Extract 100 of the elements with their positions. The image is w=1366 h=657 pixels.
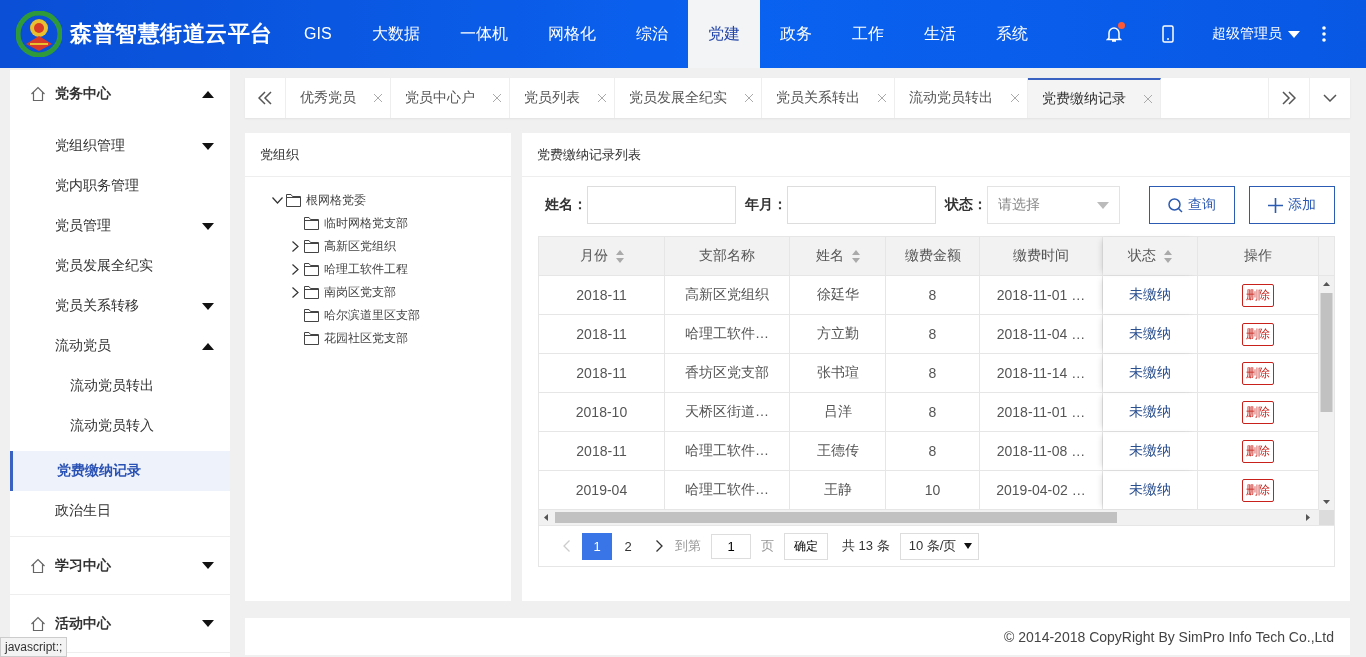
nav-tab[interactable]: 工作 [831, 0, 904, 68]
submenu-item[interactable]: 流动党员转出 [10, 366, 230, 406]
column-header[interactable]: 月份 [539, 237, 665, 275]
table-cell: 香坊区党支部 [665, 354, 790, 392]
status-link[interactable]: 未缴纳 [1129, 403, 1171, 421]
page-tab[interactable]: 党员中心户 [391, 78, 510, 118]
nav-tab[interactable]: 大数据 [351, 0, 440, 68]
menu-group[interactable]: 学习中心 [10, 537, 230, 595]
delete-button[interactable]: 删除 [1242, 400, 1274, 424]
more-icon[interactable] [1322, 26, 1326, 42]
close-icon[interactable] [598, 94, 606, 102]
tree-node[interactable]: 根网格党委 [271, 189, 511, 212]
close-icon[interactable] [374, 94, 382, 102]
input-field[interactable] [587, 186, 736, 224]
nav-tab[interactable]: 综治 [615, 0, 688, 68]
delete-button[interactable]: 删除 [1242, 361, 1274, 385]
plus-icon [1268, 197, 1283, 213]
status-link[interactable]: 未缴纳 [1129, 481, 1171, 499]
page-number[interactable]: 1 [582, 532, 612, 560]
menu-item[interactable]: 党员管理 [10, 206, 230, 246]
page-unit-label: 页 [761, 537, 774, 555]
nav-tab[interactable]: 政务 [759, 0, 832, 68]
nav-tab[interactable]: 系统 [975, 0, 1048, 68]
table-cell: 2018-11-01 … [980, 276, 1103, 314]
tree-node[interactable]: 临时网格党支部 [289, 212, 511, 235]
status-select[interactable]: 请选择 [987, 186, 1120, 224]
home-icon [30, 557, 46, 574]
input-field[interactable] [787, 186, 936, 224]
menu-item[interactable]: 政治生日 [10, 491, 230, 531]
status-link[interactable]: 未缴纳 [1129, 325, 1171, 343]
table-cell: 哈理工软件… [665, 432, 790, 470]
status-link[interactable]: 未缴纳 [1129, 364, 1171, 382]
menu-item[interactable]: 党员关系转移 [10, 286, 230, 326]
tree-node[interactable]: 南岗区党支部 [289, 281, 511, 304]
confirm-button[interactable]: 确定 [784, 532, 828, 560]
status-link[interactable]: 未缴纳 [1129, 442, 1171, 460]
menu-item[interactable]: 党组织管理 [10, 126, 230, 166]
delete-button[interactable]: 删除 [1242, 283, 1274, 307]
table-cell: 2018-11 [539, 354, 665, 392]
total-count: 共 13 条 [842, 537, 890, 555]
close-icon[interactable] [878, 94, 886, 102]
close-icon[interactable] [1011, 94, 1019, 102]
page-tab[interactable]: 优秀党员 [286, 78, 391, 118]
menu-item[interactable]: 党内职务管理 [10, 166, 230, 206]
nav-tab[interactable]: 一体机 [439, 0, 528, 68]
column-header[interactable]: 支部名称 [665, 237, 790, 275]
nav-tab[interactable]: 网格化 [527, 0, 616, 68]
table-cell: 8 [886, 393, 980, 431]
page-size-select[interactable]: 10 条/页 [899, 532, 980, 560]
panel-title: 党组织 [245, 133, 511, 177]
column-header[interactable]: 操作 [1198, 237, 1319, 275]
page-tab[interactable]: 党员发展全纪实 [615, 78, 762, 118]
add-button[interactable]: 添加 [1249, 186, 1335, 224]
folder-icon [304, 309, 319, 322]
folder-icon [304, 217, 319, 230]
table-cell: 王静 [790, 471, 886, 509]
page-tab[interactable]: 党员关系转出 [762, 78, 895, 118]
bell-icon[interactable] [1106, 25, 1122, 43]
close-icon[interactable] [493, 94, 501, 102]
delete-button[interactable]: 删除 [1242, 322, 1274, 346]
double-chevron-left-icon [258, 91, 272, 105]
tree-node[interactable]: 哈尔滨道里区支部 [289, 304, 511, 327]
caret-down-icon [964, 543, 973, 549]
nav-tab[interactable]: GIS [284, 0, 352, 68]
column-header[interactable]: 状态 [1103, 237, 1198, 275]
column-header[interactable]: 缴费金额 [886, 237, 980, 275]
tree-node[interactable]: 哈理工软件工程 [289, 258, 511, 281]
page-input[interactable]: 1 [711, 533, 751, 559]
column-header[interactable]: 缴费时间 [980, 237, 1103, 275]
table-cell: 10 [886, 471, 980, 509]
menu-item[interactable]: 党费缴纳记录 [10, 451, 230, 491]
delete-button[interactable]: 删除 [1242, 439, 1274, 463]
filter-label: 姓名： [545, 196, 587, 214]
submenu-item[interactable]: 流动党员转入 [10, 406, 230, 446]
folder-icon [304, 332, 319, 345]
folder-icon [304, 240, 319, 253]
status-link[interactable]: 未缴纳 [1129, 286, 1171, 304]
page-tab[interactable]: 党员列表 [510, 78, 615, 118]
goto-label: 到第 [675, 537, 701, 555]
nav-tab[interactable]: 生活 [903, 0, 976, 68]
column-header[interactable]: 姓名 [790, 237, 886, 275]
table-cell: 2018-11 [539, 432, 665, 470]
delete-button[interactable]: 删除 [1242, 478, 1274, 502]
menu-group[interactable]: 党务中心 [10, 70, 230, 118]
menu-item[interactable]: 党员发展全纪实 [10, 246, 230, 286]
user-menu[interactable]: 超级管理员 [1212, 25, 1300, 43]
close-icon[interactable] [1144, 95, 1152, 103]
phone-icon[interactable] [1162, 25, 1174, 43]
filter-label: 年月： [745, 196, 787, 214]
nav-tab[interactable]: 党建 [687, 0, 760, 68]
close-icon[interactable] [745, 94, 753, 102]
page-tab[interactable]: 党费缴纳记录 [1028, 78, 1161, 118]
menu-item[interactable]: 流动党员 [10, 326, 230, 366]
table-cell: 吕洋 [790, 393, 886, 431]
chevron-right-icon [655, 540, 663, 552]
tree-node[interactable]: 高新区党组织 [289, 235, 511, 258]
search-button[interactable]: 查询 [1149, 186, 1235, 224]
home-icon [30, 86, 46, 102]
tree-node[interactable]: 花园社区党支部 [289, 327, 511, 350]
page-number[interactable]: 2 [613, 532, 643, 560]
